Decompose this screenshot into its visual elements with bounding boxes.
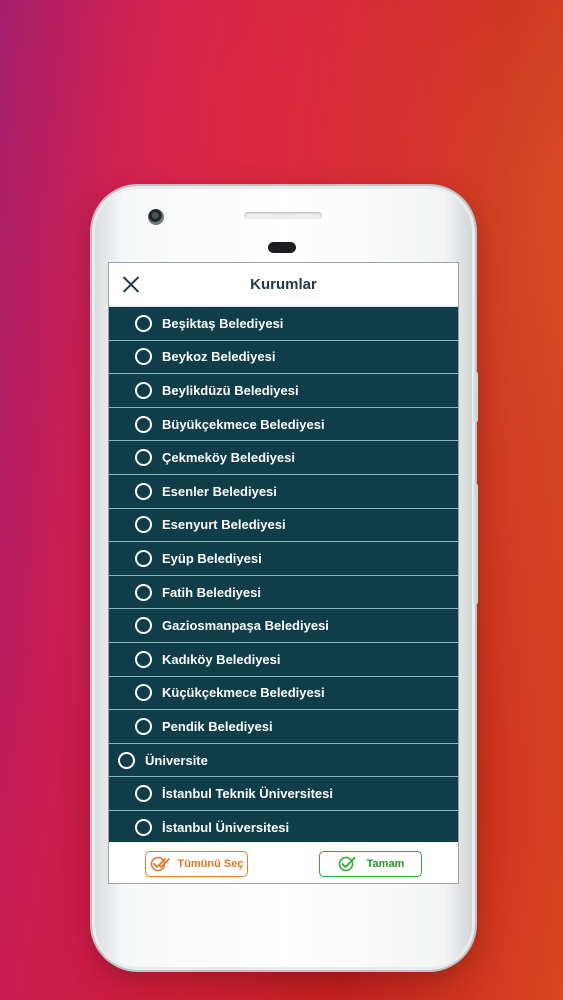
list-item-label: Beykoz Belediyesi xyxy=(162,349,276,365)
radio-icon[interactable] xyxy=(135,818,152,836)
ok-label: Tamam xyxy=(366,857,405,870)
list-item-label: Fatih Belediyesi xyxy=(162,584,261,600)
list-item[interactable]: İstanbul Üniversitesi xyxy=(109,811,458,842)
radio-icon[interactable] xyxy=(135,684,152,702)
list-item-label: Kadıköy Belediyesi xyxy=(162,651,281,667)
speaker-grille xyxy=(244,212,322,219)
phone-side-button xyxy=(474,484,478,604)
footer: Tümünü Seç Tamam xyxy=(109,842,458,883)
list-item[interactable]: Büyükçekmece Belediyesi xyxy=(109,408,458,442)
radio-icon[interactable] xyxy=(135,348,152,366)
list-category-label: Üniversite xyxy=(145,752,208,768)
list-item[interactable]: Beşiktaş Belediyesi xyxy=(109,307,458,341)
page-title: Kurumlar xyxy=(250,276,317,293)
list-item[interactable]: İstanbul Teknik Üniversitesi xyxy=(109,777,458,811)
phone-side-button xyxy=(474,372,478,422)
sensor xyxy=(268,242,296,253)
radio-icon[interactable] xyxy=(135,717,152,735)
radio-icon[interactable] xyxy=(135,482,152,500)
radio-icon[interactable] xyxy=(135,449,152,467)
radio-icon[interactable] xyxy=(135,650,152,668)
list-item[interactable]: Esenler Belediyesi xyxy=(109,475,458,509)
select-all-button[interactable]: Tümünü Seç xyxy=(145,850,248,877)
list-item-label: İstanbul Teknik Üniversitesi xyxy=(162,786,333,802)
double-check-icon xyxy=(151,856,171,871)
list-item-label: Beşiktaş Belediyesi xyxy=(162,315,284,331)
list-item[interactable]: Fatih Belediyesi xyxy=(109,576,458,610)
list-item-label: Beylikdüzü Belediyesi xyxy=(162,382,299,398)
list-item[interactable]: Gaziosmanpaşa Belediyesi xyxy=(109,609,458,643)
radio-icon[interactable] xyxy=(135,381,152,399)
institution-list: Beşiktaş Belediyesi Beykoz Belediyesi Be… xyxy=(109,307,458,842)
header: Kurumlar xyxy=(109,263,458,307)
radio-icon[interactable] xyxy=(135,314,152,332)
close-icon[interactable] xyxy=(121,274,141,294)
list-item[interactable]: Beylikdüzü Belediyesi xyxy=(109,374,458,408)
list-item[interactable]: Küçükçekmece Belediyesi xyxy=(109,677,458,711)
list-item-label: Küçükçekmece Belediyesi xyxy=(162,685,325,701)
radio-icon[interactable] xyxy=(135,583,152,601)
select-all-label: Tümünü Seç xyxy=(177,857,244,870)
radio-icon[interactable] xyxy=(135,785,152,803)
camera-icon xyxy=(148,209,164,225)
list-item-label: Pendik Belediyesi xyxy=(162,718,273,734)
list-item[interactable]: Eyüp Belediyesi xyxy=(109,542,458,576)
list-item-label: Gaziosmanpaşa Belediyesi xyxy=(162,618,329,634)
list-item[interactable]: Pendik Belediyesi xyxy=(109,710,458,744)
list-item[interactable]: Esenyurt Belediyesi xyxy=(109,509,458,543)
radio-icon[interactable] xyxy=(135,415,152,433)
list-category[interactable]: Üniversite xyxy=(109,744,458,778)
list-item-label: Büyükçekmece Belediyesi xyxy=(162,416,325,432)
list-item[interactable]: Beykoz Belediyesi xyxy=(109,341,458,375)
list-item[interactable]: Çekmeköy Belediyesi xyxy=(109,441,458,475)
radio-icon[interactable] xyxy=(118,751,135,769)
list-item-label: Esenler Belediyesi xyxy=(162,483,277,499)
ok-button[interactable]: Tamam xyxy=(319,850,422,877)
radio-icon[interactable] xyxy=(135,549,152,567)
list-item-label: Esenyurt Belediyesi xyxy=(162,517,286,533)
list-item-label: Eyüp Belediyesi xyxy=(162,550,262,566)
list-item-label: İstanbul Üniversitesi xyxy=(162,819,290,835)
radio-icon[interactable] xyxy=(135,617,152,635)
check-circle-icon xyxy=(338,856,356,871)
app-screen: Kurumlar Beşiktaş Belediyesi Beykoz Bele… xyxy=(108,262,459,884)
list-item-label: Çekmeköy Belediyesi xyxy=(162,450,295,466)
list-item[interactable]: Kadıköy Belediyesi xyxy=(109,643,458,677)
radio-icon[interactable] xyxy=(135,516,152,534)
